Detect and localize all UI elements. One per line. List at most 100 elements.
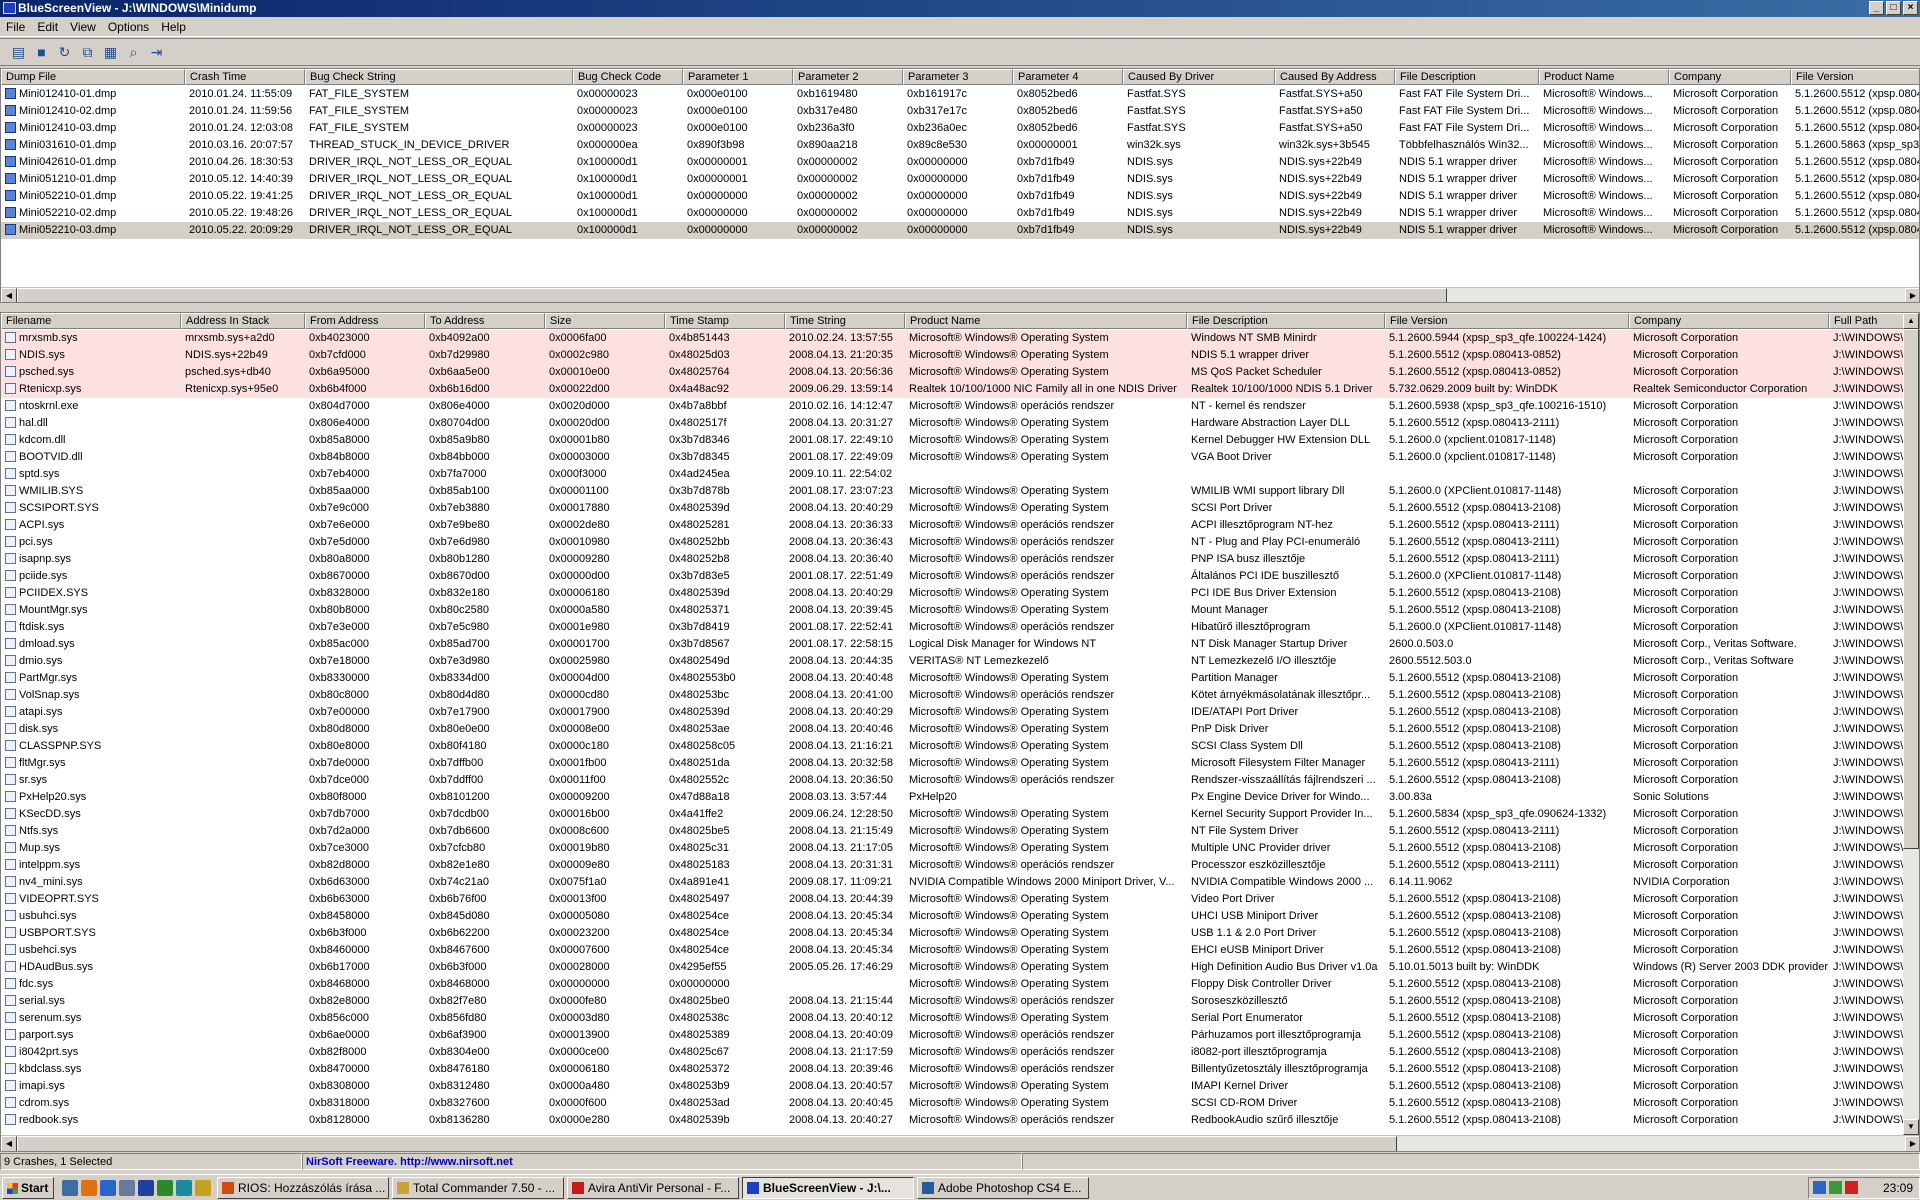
taskbar-button[interactable]: Total Commander 7.50 - ... bbox=[392, 1176, 564, 1199]
menu-edit[interactable]: Edit bbox=[31, 20, 64, 34]
tray-antivir-icon[interactable] bbox=[1845, 1181, 1858, 1194]
crashes-col-header[interactable]: Product Name bbox=[1539, 69, 1669, 85]
show-desktop-icon[interactable] bbox=[62, 1179, 78, 1196]
drivers-row[interactable]: dmload.sys 0xb85ac000 0xb85ad700 0x00001700… bbox=[1, 636, 1919, 653]
drivers-row[interactable]: HDAudBus.sys 0xb6b17000 0xb6b3f000 0x000280… bbox=[1, 959, 1919, 976]
drivers-row[interactable]: Rtenicxp.sys Rtenicxp.sys+95e0 0xb6b4f000 0… bbox=[1, 381, 1919, 398]
drivers-row[interactable]: ftdisk.sys 0xb7e3e000 0xb7e5c980 0x0001e980… bbox=[1, 619, 1919, 636]
drivers-row[interactable]: VolSnap.sys 0xb80c8000 0xb80d4d80 0x0000cd8… bbox=[1, 687, 1919, 704]
drivers-row[interactable]: kbdclass.sys 0xb8470000 0xb8476180 0x000061… bbox=[1, 1061, 1919, 1078]
taskbar-button[interactable]: BlueScreenView - J:\... bbox=[742, 1176, 914, 1199]
drivers-row[interactable]: imapi.sys 0xb8308000 0xb8312480 0x0000a480 0… bbox=[1, 1078, 1919, 1095]
drivers-col-header[interactable]: Size bbox=[545, 313, 665, 329]
drivers-row[interactable]: ACPI.sys 0xb7e6e000 0xb7e9be80 0x0002de80 0x… bbox=[1, 517, 1919, 534]
drivers-row[interactable]: WMILIB.SYS 0xb85aa000 0xb85ab100 0x00001100… bbox=[1, 483, 1919, 500]
taskbar-button[interactable]: Adobe Photoshop CS4 E... bbox=[917, 1176, 1089, 1199]
scroll-up-arrow-icon[interactable]: ▲ bbox=[1903, 313, 1919, 329]
drivers-col-header[interactable]: File Description bbox=[1187, 313, 1385, 329]
close-button[interactable]: × bbox=[1903, 1, 1918, 15]
drivers-row[interactable]: dmio.sys 0xb7e18000 0xb7e3d980 0x00025980 0x… bbox=[1, 653, 1919, 670]
driver-list-hscrollbar[interactable]: ◀ ▶ bbox=[1, 1135, 1919, 1151]
drivers-row[interactable]: serenum.sys 0xb856c000 0xb856fd80 0x00003d8… bbox=[1, 1010, 1919, 1027]
drivers-row[interactable]: Ntfs.sys 0xb7d2a000 0xb7db6600 0x0008c600 0x… bbox=[1, 823, 1919, 840]
crashes-col-header[interactable]: Bug Check String bbox=[305, 69, 573, 85]
drivers-row[interactable]: nv4_mini.sys 0xb6d63000 0xb74c21a0 0x0075f1… bbox=[1, 874, 1919, 891]
drivers-col-header[interactable]: Company bbox=[1629, 313, 1829, 329]
explorer-icon[interactable] bbox=[119, 1179, 135, 1196]
drivers-row[interactable]: usbehci.sys 0xb8460000 0xb8467600 0x0000760… bbox=[1, 942, 1919, 959]
drivers-row[interactable]: fdc.sys 0xb8468000 0xb8468000 0x00000000 0x0… bbox=[1, 976, 1919, 993]
crashes-row[interactable]: Mini051210-01.dmp 2010.05.12. 14:40:39 DRI… bbox=[1, 171, 1919, 188]
crashes-col-header[interactable]: Parameter 4 bbox=[1013, 69, 1123, 85]
tray-network-icon[interactable] bbox=[1829, 1181, 1842, 1194]
drivers-row[interactable]: pciide.sys 0xb8670000 0xb8670d00 0x00000d00… bbox=[1, 568, 1919, 585]
copy-icon[interactable]: ⧉ bbox=[77, 42, 98, 63]
drivers-row[interactable]: PartMgr.sys 0xb8330000 0xb8334d00 0x00004d0… bbox=[1, 670, 1919, 687]
menu-options[interactable]: Options bbox=[102, 20, 155, 34]
drivers-row[interactable]: PxHelp20.sys 0xb80f8000 0xb8101200 0x000092… bbox=[1, 789, 1919, 806]
crashes-row[interactable]: Mini031610-01.dmp 2010.03.16. 20:07:57 THR… bbox=[1, 137, 1919, 154]
drivers-col-header[interactable]: Address In Stack bbox=[181, 313, 305, 329]
crashes-row[interactable]: Mini052210-02.dmp 2010.05.22. 19:48:26 DRI… bbox=[1, 205, 1919, 222]
drivers-row[interactable]: NDIS.sys NDIS.sys+22b49 0xb7cfd000 0xb7d299… bbox=[1, 347, 1919, 364]
drivers-row[interactable]: sr.sys 0xb7dce000 0xb7ddff00 0x00011f00 0x48… bbox=[1, 772, 1919, 789]
crashes-row[interactable]: Mini042610-01.dmp 2010.04.26. 18:30:53 DRI… bbox=[1, 154, 1919, 171]
drivers-col-header[interactable]: From Address bbox=[305, 313, 425, 329]
menu-view[interactable]: View bbox=[64, 20, 102, 34]
drivers-row[interactable]: VIDEOPRT.SYS 0xb6b63000 0xb6b76f00 0x00013f… bbox=[1, 891, 1919, 908]
menu-file[interactable]: File bbox=[0, 20, 31, 34]
taskbar-button[interactable]: Avira AntiVir Personal - F... bbox=[567, 1176, 739, 1199]
crashes-col-header[interactable]: Dump File bbox=[1, 69, 185, 85]
scroll-right-arrow-icon[interactable]: ▶ bbox=[1905, 1136, 1919, 1151]
scroll-left-arrow-icon[interactable]: ◀ bbox=[1, 1136, 17, 1151]
drivers-col-header[interactable]: Filename bbox=[1, 313, 181, 329]
drivers-row[interactable]: serial.sys 0xb82e8000 0xb82f7e80 0x0000fe80… bbox=[1, 993, 1919, 1010]
find-icon[interactable]: ⌕ bbox=[123, 42, 144, 63]
maximize-button[interactable]: □ bbox=[1886, 1, 1901, 15]
start-button[interactable]: Start bbox=[2, 1176, 54, 1199]
tools-icon[interactable] bbox=[195, 1179, 211, 1196]
properties-icon[interactable]: ▤ bbox=[8, 42, 29, 63]
driver-list-vscrollbar[interactable]: ▲ ▼ bbox=[1903, 313, 1919, 1135]
network-icon[interactable] bbox=[176, 1179, 192, 1196]
excel-icon[interactable] bbox=[157, 1179, 173, 1196]
tray-arrow-icon[interactable] bbox=[1813, 1181, 1826, 1194]
drivers-row[interactable]: USBPORT.SYS 0xb6b3f000 0xb6b62200 0x0002320… bbox=[1, 925, 1919, 942]
menu-help[interactable]: Help bbox=[155, 20, 192, 34]
drivers-col-header[interactable]: Product Name bbox=[905, 313, 1187, 329]
crashes-col-header[interactable]: Caused By Driver bbox=[1123, 69, 1275, 85]
drivers-col-header[interactable]: Time Stamp bbox=[665, 313, 785, 329]
save-icon[interactable]: ■ bbox=[31, 42, 52, 63]
drivers-row[interactable]: SCSIPORT.SYS 0xb7e9c000 0xb7eb3880 0x000178… bbox=[1, 500, 1919, 517]
drivers-row[interactable]: Mup.sys 0xb7ce3000 0xb7cfcb80 0x00019b80 0x4… bbox=[1, 840, 1919, 857]
crashes-col-header[interactable]: File Description bbox=[1395, 69, 1539, 85]
drivers-row[interactable]: i8042prt.sys 0xb82f8000 0xb8304e00 0x0000ce… bbox=[1, 1044, 1919, 1061]
drivers-col-header[interactable]: File Version bbox=[1385, 313, 1629, 329]
crashes-col-header[interactable]: File Version bbox=[1791, 69, 1919, 85]
firefox-icon[interactable] bbox=[81, 1179, 97, 1196]
drivers-row[interactable]: disk.sys 0xb80d8000 0xb80e0e00 0x00008e00 0x… bbox=[1, 721, 1919, 738]
drivers-row[interactable]: pci.sys 0xb7e5d000 0xb7e6d980 0x00010980 0x4… bbox=[1, 534, 1919, 551]
crashes-row[interactable]: Mini052210-01.dmp 2010.05.22. 19:41:25 DRI… bbox=[1, 188, 1919, 205]
exit-icon[interactable]: ⇥ bbox=[146, 42, 167, 63]
drivers-row[interactable]: cdrom.sys 0xb8318000 0xb8327600 0x0000f600 0… bbox=[1, 1095, 1919, 1112]
driver-list-hscroll-thumb[interactable] bbox=[17, 1136, 1397, 1151]
drivers-col-header[interactable]: To Address bbox=[425, 313, 545, 329]
crashes-col-header[interactable]: Parameter 1 bbox=[683, 69, 793, 85]
drivers-row[interactable]: atapi.sys 0xb7e00000 0xb7e17900 0x00017900 0… bbox=[1, 704, 1919, 721]
scroll-right-arrow-icon[interactable]: ▶ bbox=[1905, 288, 1919, 302]
crash-list-hscroll-thumb[interactable] bbox=[17, 288, 1447, 302]
taskbar-button[interactable]: RIOS: Hozzászólás írása ... bbox=[217, 1176, 389, 1199]
crashes-row[interactable]: Mini012410-02.dmp 2010.01.24. 11:59:56 FAT… bbox=[1, 103, 1919, 120]
crashes-row[interactable]: Mini012410-03.dmp 2010.01.24. 12:03:08 FAT… bbox=[1, 120, 1919, 137]
drivers-row[interactable]: parport.sys 0xb6ae0000 0xb6af3900 0x0001390… bbox=[1, 1027, 1919, 1044]
drivers-col-header[interactable]: Time String bbox=[785, 313, 905, 329]
crashes-col-header[interactable]: Crash Time bbox=[185, 69, 305, 85]
drivers-row[interactable]: BOOTVID.dll 0xb84b8000 0xb84bb000 0x0000300… bbox=[1, 449, 1919, 466]
drivers-row[interactable]: psched.sys psched.sys+db40 0xb6a95000 0xb6a… bbox=[1, 364, 1919, 381]
drivers-row[interactable]: MountMgr.sys 0xb80b8000 0xb80c2580 0x0000a5… bbox=[1, 602, 1919, 619]
scroll-left-arrow-icon[interactable]: ◀ bbox=[1, 288, 17, 302]
minimize-button[interactable]: _ bbox=[1869, 1, 1884, 15]
drivers-row[interactable]: mrxsmb.sys mrxsmb.sys+a2d0 0xb4023000 0xb40… bbox=[1, 330, 1919, 347]
drivers-row[interactable]: KSecDD.sys 0xb7db7000 0xb7dcdb00 0x00016b00… bbox=[1, 806, 1919, 823]
